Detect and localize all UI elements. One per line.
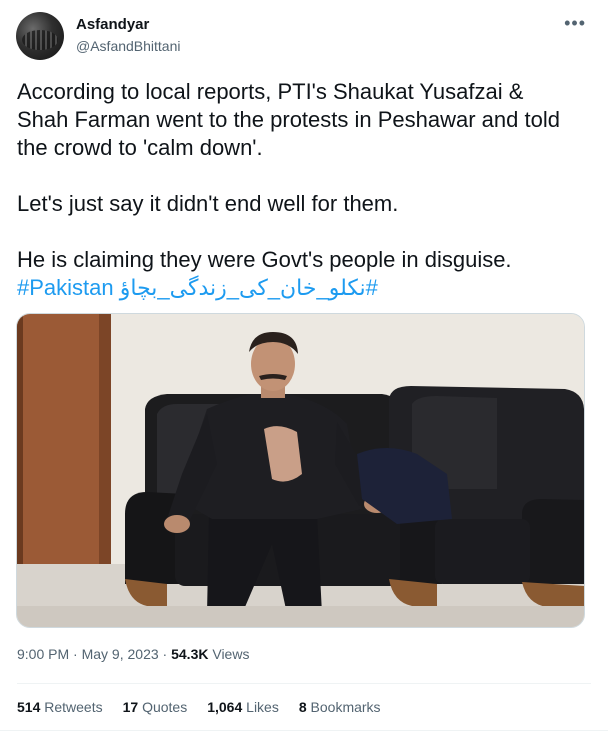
quotes-label: Quotes <box>142 699 188 715</box>
divider <box>17 683 591 684</box>
views-label: Views <box>212 646 250 662</box>
retweets-count: 514 <box>17 699 41 715</box>
hashtag-link-pakistan[interactable]: #Pakistan <box>17 275 114 300</box>
retweets-label: Retweets <box>44 699 103 715</box>
likes-stat[interactable]: 1,064 Likes <box>207 699 279 715</box>
tweet-date[interactable]: May 9, 2023 <box>82 646 159 662</box>
tweet-time[interactable]: 9:00 PM <box>17 646 69 662</box>
tweet-text-line: According to local reports, PTI's Shauka… <box>17 79 524 104</box>
tweet: Asfandyar @AsfandBhittani ••• According … <box>0 0 608 731</box>
tweet-text-line: the crowd to 'calm down'. <box>17 135 263 160</box>
likes-count: 1,064 <box>207 699 243 715</box>
tweet-text-line: Shah Farman went to the protests in Pesh… <box>17 107 560 132</box>
meta-separator: · <box>73 646 78 662</box>
quotes-count: 17 <box>122 699 139 715</box>
bookmarks-label: Bookmarks <box>310 699 381 715</box>
author-name[interactable]: Asfandyar <box>76 16 149 33</box>
views-count: 54.3K <box>171 646 209 662</box>
retweets-stat[interactable]: 514 Retweets <box>17 699 103 715</box>
tweet-photo[interactable] <box>16 313 585 628</box>
more-options-icon[interactable]: ••• <box>564 14 586 32</box>
tweet-meta: 9:00 PM · May 9, 2023 · 54.3K Views <box>17 646 249 662</box>
tweet-text: According to local reports, PTI's Shauka… <box>17 78 587 302</box>
bookmarks-count: 8 <box>298 699 307 715</box>
tweet-text-line: He is claiming they were Govt's people i… <box>17 247 512 272</box>
hashtag-link-urdu[interactable]: #نکلو_خان_کی_زندگی_بچاؤ <box>120 275 378 300</box>
bookmarks-stat[interactable]: 8 Bookmarks <box>299 699 381 715</box>
engagement-stats: 514 Retweets 17 Quotes 1,064 Likes 8 Boo… <box>17 699 381 715</box>
avatar[interactable] <box>16 12 64 60</box>
meta-separator: · <box>162 646 168 662</box>
quotes-stat[interactable]: 17 Quotes <box>123 699 188 715</box>
tweet-text-line: Let's just say it didn't end well for th… <box>17 191 399 216</box>
photo-image <box>17 314 584 627</box>
author-handle[interactable]: @AsfandBhittani <box>76 38 181 54</box>
likes-label: Likes <box>246 699 279 715</box>
hashtag-line: #Pakistan #نکلو_خان_کی_زندگی_بچاؤ <box>17 274 587 302</box>
